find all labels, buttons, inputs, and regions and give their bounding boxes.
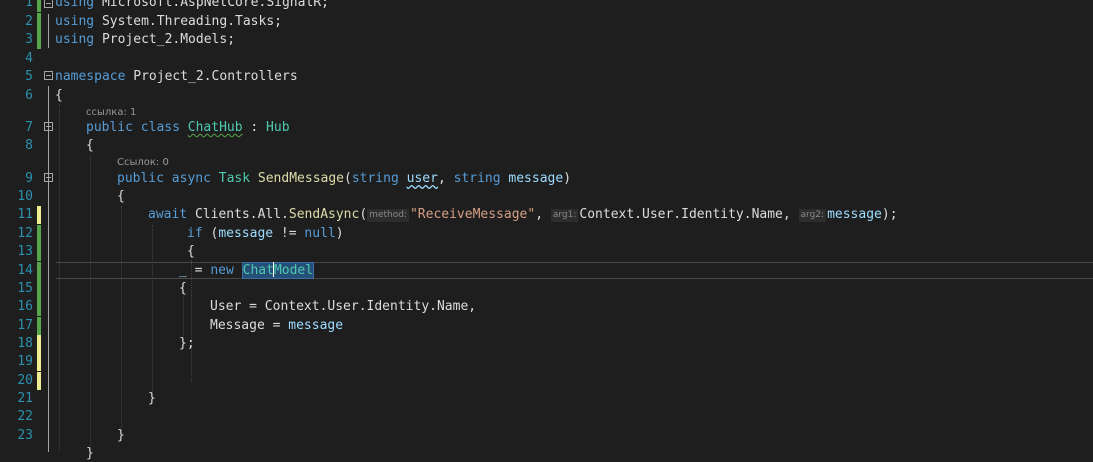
selected-identifier: ChatModel xyxy=(241,262,315,279)
line-number: 20 xyxy=(17,373,33,388)
change-marker xyxy=(37,262,41,280)
code-line[interactable]: 18 }; xyxy=(0,335,1093,353)
line-number: 23 xyxy=(17,428,33,443)
change-marker xyxy=(37,372,41,390)
change-marker xyxy=(37,298,41,316)
codelens-references[interactable]: Ссылок: 0 xyxy=(117,157,169,169)
line-number: 19 xyxy=(17,354,33,369)
change-marker xyxy=(37,335,41,353)
code-line[interactable]: 17 Message = message xyxy=(0,317,1093,335)
code-line[interactable]: 23 } xyxy=(0,427,1093,444)
change-marker xyxy=(37,225,41,243)
inlay-hint: arg2: xyxy=(798,209,827,222)
code-text: { xyxy=(187,244,195,259)
code-line[interactable]: 16 User = Context.User.Identity.Name, xyxy=(0,298,1093,316)
code-line[interactable]: 13 { xyxy=(0,243,1093,261)
line-number: 9 xyxy=(25,171,33,186)
line-number: 14 xyxy=(17,263,33,278)
code-line[interactable]: 15 { xyxy=(0,280,1093,298)
code-text: if (message != null) xyxy=(187,226,344,241)
line-number: 13 xyxy=(17,244,33,259)
change-marker xyxy=(37,353,41,371)
change-marker xyxy=(37,280,41,298)
code-text: } xyxy=(86,446,94,461)
line-number: 18 xyxy=(17,336,33,351)
fold-toggle-icon[interactable] xyxy=(44,122,53,131)
code-line[interactable]: 5 namespace Project_2.Controllers xyxy=(0,68,1093,85)
line-number: 8 xyxy=(25,138,33,153)
code-line[interactable]: } xyxy=(0,445,1093,462)
code-text: using Microsoft.AspNetCore.SignalR; xyxy=(55,0,329,10)
line-number: 22 xyxy=(17,409,33,424)
code-text: { xyxy=(55,88,63,103)
code-text: await Clients.All.SendAsync(method: "Rece… xyxy=(148,207,898,222)
code-text: public class ChatHub : Hub xyxy=(86,120,290,135)
line-number: 1 xyxy=(25,0,33,10)
code-text: using Project_2.Models; xyxy=(55,32,236,47)
code-line[interactable]: 3 using Project_2.Models; xyxy=(0,31,1093,49)
code-text: } xyxy=(148,391,156,406)
code-line[interactable]: 14 _ = new ChatModel xyxy=(0,262,1093,280)
change-marker xyxy=(37,31,41,49)
code-text: Message = message xyxy=(210,318,344,333)
code-line[interactable]: 7 public class ChatHub : Hub xyxy=(0,119,1093,136)
code-text: } xyxy=(117,428,125,443)
code-line[interactable]: 20 xyxy=(0,372,1093,390)
code-line[interactable]: 9 public async Task SendMessage(string u… xyxy=(0,170,1093,187)
code-text: using System.Threading.Tasks; xyxy=(55,14,282,29)
code-text: namespace Project_2.Controllers xyxy=(55,69,298,84)
code-line[interactable]: 12 if (message != null) xyxy=(0,225,1093,243)
code-text: }; xyxy=(179,336,195,351)
line-number: 15 xyxy=(17,281,33,296)
line-number: 3 xyxy=(25,32,33,47)
line-number: 7 xyxy=(25,120,33,135)
change-marker xyxy=(37,13,41,31)
line-number: 5 xyxy=(25,69,33,84)
line-number: 4 xyxy=(25,51,33,66)
code-line[interactable]: 19 xyxy=(0,353,1093,371)
change-marker xyxy=(37,206,41,224)
fold-toggle-icon[interactable] xyxy=(44,0,53,8)
code-line[interactable]: 10 { xyxy=(0,188,1093,205)
inlay-hint: arg1: xyxy=(550,209,579,222)
code-line[interactable]: 6 { xyxy=(0,87,1093,104)
code-line[interactable]: 1 using Microsoft.AspNetCore.SignalR; xyxy=(0,0,1093,12)
code-line[interactable]: 2 using System.Threading.Tasks; xyxy=(0,13,1093,31)
line-number: 11 xyxy=(17,207,33,222)
code-text: { xyxy=(179,281,187,296)
line-number: 12 xyxy=(17,226,33,241)
code-text: { xyxy=(86,138,94,153)
change-marker xyxy=(37,0,41,12)
line-number: 2 xyxy=(25,14,33,29)
codelens-references[interactable]: ссылка: 1 xyxy=(86,107,136,119)
inlay-hint: method: xyxy=(367,209,409,222)
line-number: 10 xyxy=(17,189,33,204)
line-number: 16 xyxy=(17,299,33,314)
code-text: { xyxy=(117,189,125,204)
code-line[interactable]: 11 await Clients.All.SendAsync(method: "R… xyxy=(0,206,1093,224)
code-line[interactable]: 8 { xyxy=(0,137,1093,154)
code-text: User = Context.User.Identity.Name, xyxy=(210,299,477,314)
code-text: _ = new ChatModel xyxy=(179,262,315,279)
code-line[interactable]: 22 xyxy=(0,408,1093,425)
line-number: 6 xyxy=(25,88,33,103)
code-line[interactable]: 21 } xyxy=(0,390,1093,407)
line-number: 17 xyxy=(17,318,33,333)
line-number: 21 xyxy=(17,391,33,406)
code-editor[interactable]: 1 using Microsoft.AspNetCore.SignalR; 2 … xyxy=(0,0,1093,461)
code-line[interactable]: 4 xyxy=(0,50,1093,67)
code-text: public async Task SendMessage(string use… xyxy=(117,171,572,186)
fold-toggle-icon[interactable] xyxy=(44,71,53,80)
change-marker xyxy=(37,317,41,335)
fold-toggle-icon[interactable] xyxy=(44,173,53,182)
change-marker xyxy=(37,243,41,261)
